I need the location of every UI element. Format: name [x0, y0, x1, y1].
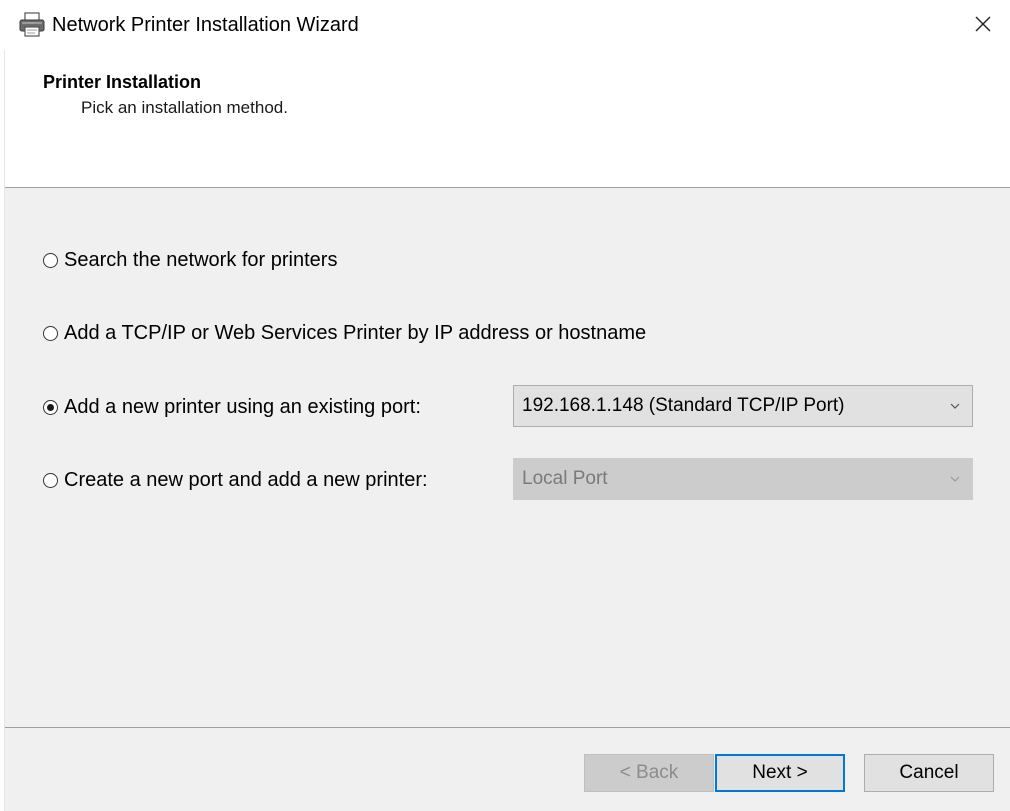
option-existing-port[interactable]: Add a new printer using an existing port…: [43, 394, 421, 420]
next-button[interactable]: Next >: [715, 754, 845, 792]
page-subtitle: Pick an installation method.: [81, 98, 288, 117]
title-bar: Network Printer Installation Wizard: [0, 0, 1010, 50]
close-icon: [975, 16, 991, 32]
option-label: Create a new port and add a new printer:: [64, 469, 428, 491]
cancel-button[interactable]: Cancel: [864, 754, 994, 792]
option-search-network[interactable]: Search the network for printers: [43, 247, 337, 273]
option-tcpip-printer[interactable]: Add a TCP/IP or Web Services Printer by …: [43, 320, 646, 346]
wizard-footer: [5, 728, 1010, 811]
option-label: Add a TCP/IP or Web Services Printer by …: [64, 322, 647, 344]
existing-port-select[interactable]: 192.168.1.148 (Standard TCP/IP Port): [513, 385, 973, 427]
wizard-window: Network Printer Installation Wizard Prin…: [0, 0, 1010, 811]
window-title: Network Printer Installation Wizard: [52, 14, 359, 36]
radio-button[interactable]: [43, 472, 58, 488]
chevron-down-icon: [938, 386, 972, 426]
back-button: < Back: [584, 754, 714, 792]
select-value: Local Port: [522, 468, 608, 489]
radio-button[interactable]: [43, 252, 58, 268]
select-value: 192.168.1.148 (Standard TCP/IP Port): [522, 395, 845, 416]
printer-icon: [18, 12, 46, 38]
page-title: Printer Installation: [43, 72, 202, 92]
radio-button[interactable]: [43, 325, 58, 341]
radio-button-selected[interactable]: [43, 399, 58, 415]
wizard-header: Printer Installation Pick an installatio…: [5, 50, 1010, 187]
new-port-select: Local Port: [513, 458, 973, 500]
option-label: Add a new printer using an existing port…: [64, 396, 421, 418]
close-button[interactable]: [960, 0, 1006, 48]
chevron-down-icon: [938, 459, 972, 499]
option-new-port[interactable]: Create a new port and add a new printer:: [43, 467, 428, 493]
option-label: Search the network for printers: [64, 249, 338, 271]
